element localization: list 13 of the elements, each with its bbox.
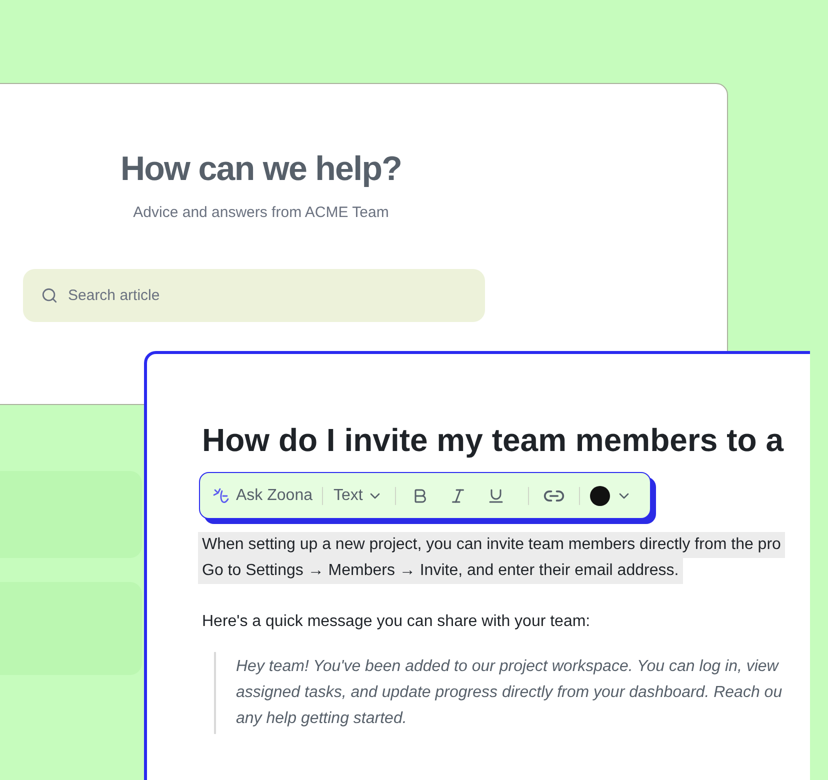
search-field[interactable]: Search article bbox=[23, 268, 485, 322]
ask-button[interactable]: Ask Zoona bbox=[212, 484, 312, 508]
color-swatch bbox=[590, 486, 610, 506]
search-icon bbox=[41, 286, 58, 304]
quote-line: Hey team! You've been added to our project workspace. You can log in, view bbox=[236, 657, 780, 677]
quote-line: any help getting started. bbox=[236, 709, 408, 729]
help-title: How can we help? bbox=[120, 149, 402, 190]
underline-icon bbox=[486, 486, 505, 504]
text-style-dropdown[interactable]: Text bbox=[333, 484, 383, 508]
help-subtitle: Advice and answers from ACME Team bbox=[133, 203, 389, 223]
intro-text: Here's a quick message you can share with your team: bbox=[202, 612, 592, 632]
quote-line: assigned tasks, and update progress directly from your dashboard. Reach ou bbox=[236, 683, 784, 703]
article-title: How do I invite my team members to a bbox=[202, 421, 785, 460]
